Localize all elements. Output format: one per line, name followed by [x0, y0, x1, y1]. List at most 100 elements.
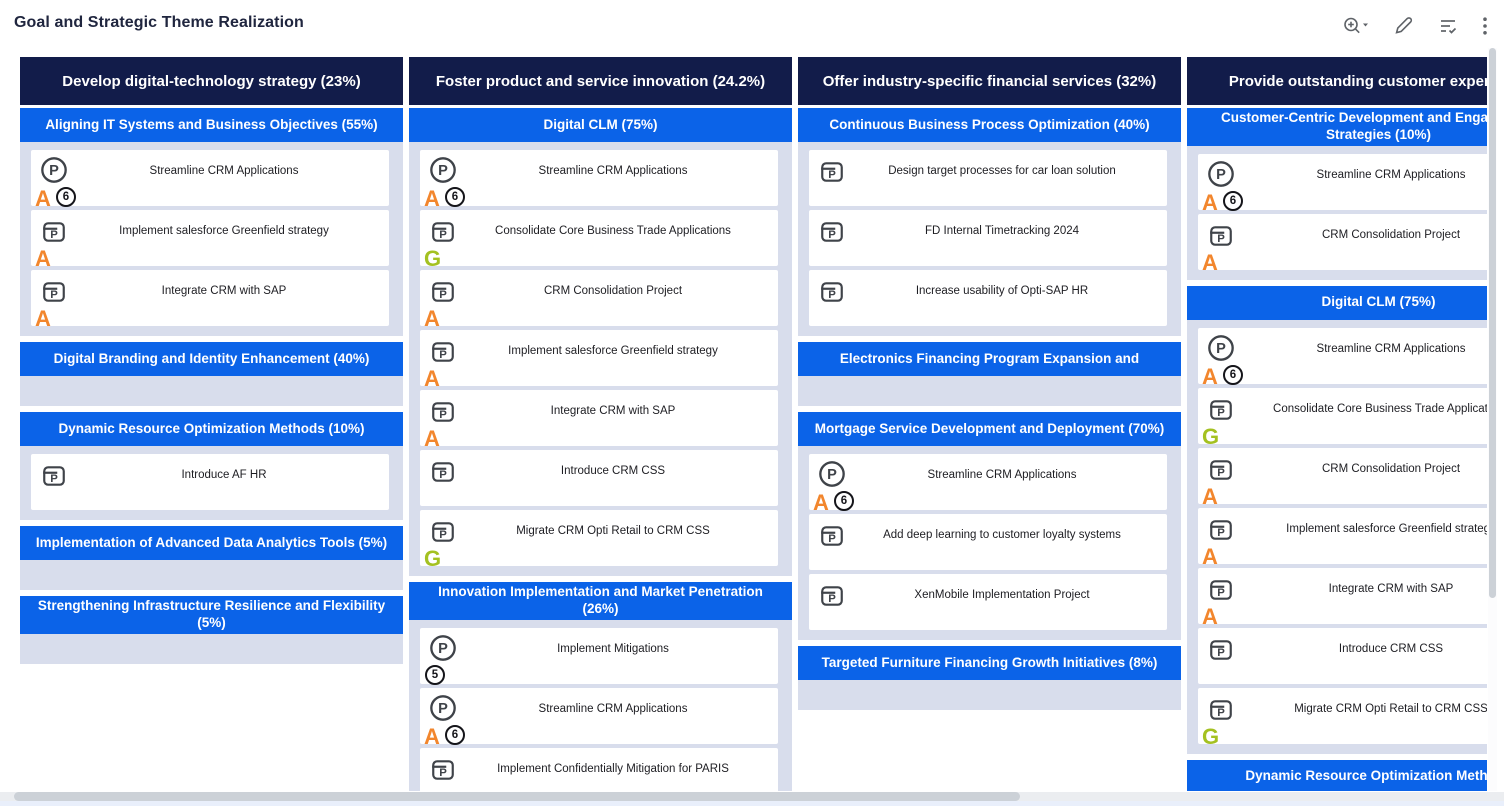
- goal-header[interactable]: Provide outstanding customer experience: [1187, 57, 1487, 105]
- theme-section: Electronics Financing Program Expansion …: [798, 342, 1181, 406]
- project-card[interactable]: PA6Streamline CRM Applications: [809, 454, 1167, 510]
- goal-header[interactable]: Develop digital-technology strategy (23%…: [20, 57, 403, 105]
- svg-text:P: P: [50, 473, 58, 485]
- project-card[interactable]: P XenMobile Implementation Project: [809, 574, 1167, 630]
- card-label: Streamline CRM Applications: [1232, 169, 1487, 181]
- project-card[interactable]: PA6Streamline CRM Applications: [1198, 154, 1487, 210]
- project-card[interactable]: P5Implement Mitigations: [420, 628, 778, 684]
- project-card[interactable]: PA6Streamline CRM Applications: [1198, 328, 1487, 384]
- card-label: XenMobile Implementation Project: [843, 589, 1161, 601]
- toolbar: [1342, 14, 1488, 36]
- theme-section: Innovation Implementation and Market Pen…: [409, 582, 792, 791]
- card-label: Add deep learning to customer loyalty sy…: [843, 529, 1161, 541]
- count-badge: 6: [56, 187, 76, 207]
- project-card[interactable]: PACRM Consolidation Project: [1198, 448, 1487, 504]
- svg-text:P: P: [828, 593, 836, 605]
- theme-header[interactable]: Digital Branding and Identity Enhancemen…: [20, 342, 403, 376]
- theme-header[interactable]: Mortgage Service Development and Deploym…: [798, 412, 1181, 446]
- theme-header[interactable]: Customer-Centric Development and Engagem…: [1187, 108, 1487, 146]
- project-card[interactable]: PDesign target processes for car loan so…: [809, 150, 1167, 206]
- project-card[interactable]: PGConsolidate Core Business Trade Applic…: [1198, 388, 1487, 444]
- project-icon: P: [1208, 397, 1234, 423]
- project-card[interactable]: PA6Streamline CRM Applications: [31, 150, 389, 206]
- theme-header[interactable]: Electronics Financing Program Expansion …: [798, 342, 1181, 376]
- project-card[interactable]: PFD Internal Timetracking 2024: [809, 210, 1167, 266]
- project-icon: P: [41, 219, 67, 245]
- vertical-scrollbar: [1488, 48, 1497, 791]
- project-card[interactable]: P Introduce AF HR: [31, 454, 389, 510]
- theme-header[interactable]: Continuous Business Process Optimization…: [798, 108, 1181, 142]
- project-card[interactable]: PAIntegrate CRM with SAP: [420, 390, 778, 446]
- svg-text:P: P: [1217, 407, 1225, 419]
- project-card[interactable]: PA6Streamline CRM Applications: [420, 150, 778, 206]
- bottom-edge: [0, 801, 1504, 806]
- svg-text:P: P: [50, 229, 58, 241]
- card-label: Streamline CRM Applications: [843, 469, 1161, 481]
- goal-column: Foster product and service innovation (2…: [409, 57, 792, 791]
- svg-text:P: P: [1217, 587, 1225, 599]
- svg-text:P: P: [1217, 647, 1225, 659]
- project-icon: P: [819, 583, 845, 609]
- project-icon: P: [430, 399, 456, 425]
- theme-header[interactable]: Targeted Furniture Financing Growth Init…: [798, 646, 1181, 680]
- more-options-icon[interactable]: [1482, 16, 1488, 36]
- theme-body: P Introduce AF HR: [20, 446, 403, 520]
- edit-icon[interactable]: [1394, 16, 1414, 36]
- project-icon: P: [430, 519, 456, 545]
- horizontal-scrollbar-thumb[interactable]: [14, 792, 1020, 801]
- theme-section: Dynamic Resource Optimization Methods: [1187, 760, 1487, 791]
- project-card[interactable]: PGMigrate CRM Opti Retail to CRM CSS: [420, 510, 778, 566]
- goal-header[interactable]: Offer industry-specific financial servic…: [798, 57, 1181, 105]
- theme-header[interactable]: Aligning IT Systems and Business Objecti…: [20, 108, 403, 142]
- goal-header[interactable]: Foster product and service innovation (2…: [409, 57, 792, 105]
- status-letter: A: [1202, 192, 1218, 214]
- project-card[interactable]: PAIntegrate CRM with SAP: [31, 270, 389, 326]
- theme-section: Customer-Centric Development and Engagem…: [1187, 108, 1487, 280]
- project-icon: P: [1208, 577, 1234, 603]
- theme-header[interactable]: Innovation Implementation and Market Pen…: [409, 582, 792, 620]
- project-card[interactable]: PACRM Consolidation Project: [420, 270, 778, 326]
- project-card[interactable]: PAImplement salesforce Greenfield strate…: [420, 330, 778, 386]
- theme-header[interactable]: Strengthening Infrastructure Resilience …: [20, 596, 403, 634]
- theme-header[interactable]: Digital CLM (75%): [409, 108, 792, 142]
- project-card[interactable]: PIntroduce CRM CSS: [1198, 628, 1487, 684]
- project-card[interactable]: PA6Streamline CRM Applications: [420, 688, 778, 744]
- theme-body: [20, 560, 403, 590]
- vertical-scrollbar-thumb[interactable]: [1489, 48, 1496, 598]
- svg-text:P: P: [439, 767, 447, 779]
- project-card[interactable]: PGConsolidate Core Business Trade Applic…: [420, 210, 778, 266]
- card-label: Introduce CRM CSS: [454, 465, 772, 477]
- project-card[interactable]: PIntroduce CRM CSS: [420, 450, 778, 506]
- zoom-menu-icon[interactable]: [1342, 16, 1370, 36]
- project-card[interactable]: PAImplement salesforce Greenfield strate…: [1198, 508, 1487, 564]
- svg-text:P: P: [828, 229, 836, 241]
- theme-header[interactable]: Dynamic Resource Optimization Methods: [1187, 760, 1487, 791]
- project-card[interactable]: PACRM Consolidation Project: [1198, 214, 1487, 270]
- project-card[interactable]: PGMigrate CRM Opti Retail to CRM CSS: [1198, 688, 1487, 744]
- project-card[interactable]: PAImplement salesforce Greenfield strate…: [31, 210, 389, 266]
- svg-text:P: P: [438, 163, 448, 179]
- project-card[interactable]: P Implement Confidentially Mitigation for…: [420, 748, 778, 791]
- filter-icon[interactable]: [1438, 16, 1458, 36]
- project-card[interactable]: PAdd deep learning to customer loyalty s…: [809, 514, 1167, 570]
- project-icon: P: [41, 279, 67, 305]
- theme-header[interactable]: Implementation of Advanced Data Analytic…: [20, 526, 403, 560]
- theme-header[interactable]: Digital CLM (75%): [1187, 286, 1487, 320]
- status-letter: A: [424, 188, 440, 210]
- card-label: Integrate CRM with SAP: [1232, 583, 1487, 595]
- project-icon: P: [1208, 697, 1234, 723]
- theme-header[interactable]: Dynamic Resource Optimization Methods (1…: [20, 412, 403, 446]
- theme-body: PA6Streamline CRM ApplicationsPAdd deep …: [798, 446, 1181, 640]
- card-label: Implement salesforce Greenfield strategy: [65, 225, 383, 237]
- project-card[interactable]: PIncrease usability of Opti-SAP HR: [809, 270, 1167, 326]
- project-card[interactable]: PAIntegrate CRM with SAP: [1198, 568, 1487, 624]
- project-icon: P: [430, 757, 456, 783]
- status-letter: A: [1202, 366, 1218, 388]
- svg-text:P: P: [438, 641, 448, 657]
- status-letter: A: [35, 308, 51, 330]
- goal-column: Develop digital-technology strategy (23%…: [20, 57, 403, 670]
- project-icon: P: [1208, 223, 1234, 249]
- card-label: Implement Confidentially Mitigation for …: [454, 763, 772, 775]
- card-label: Introduce AF HR: [65, 469, 383, 481]
- page-title: Goal and Strategic Theme Realization: [14, 14, 304, 32]
